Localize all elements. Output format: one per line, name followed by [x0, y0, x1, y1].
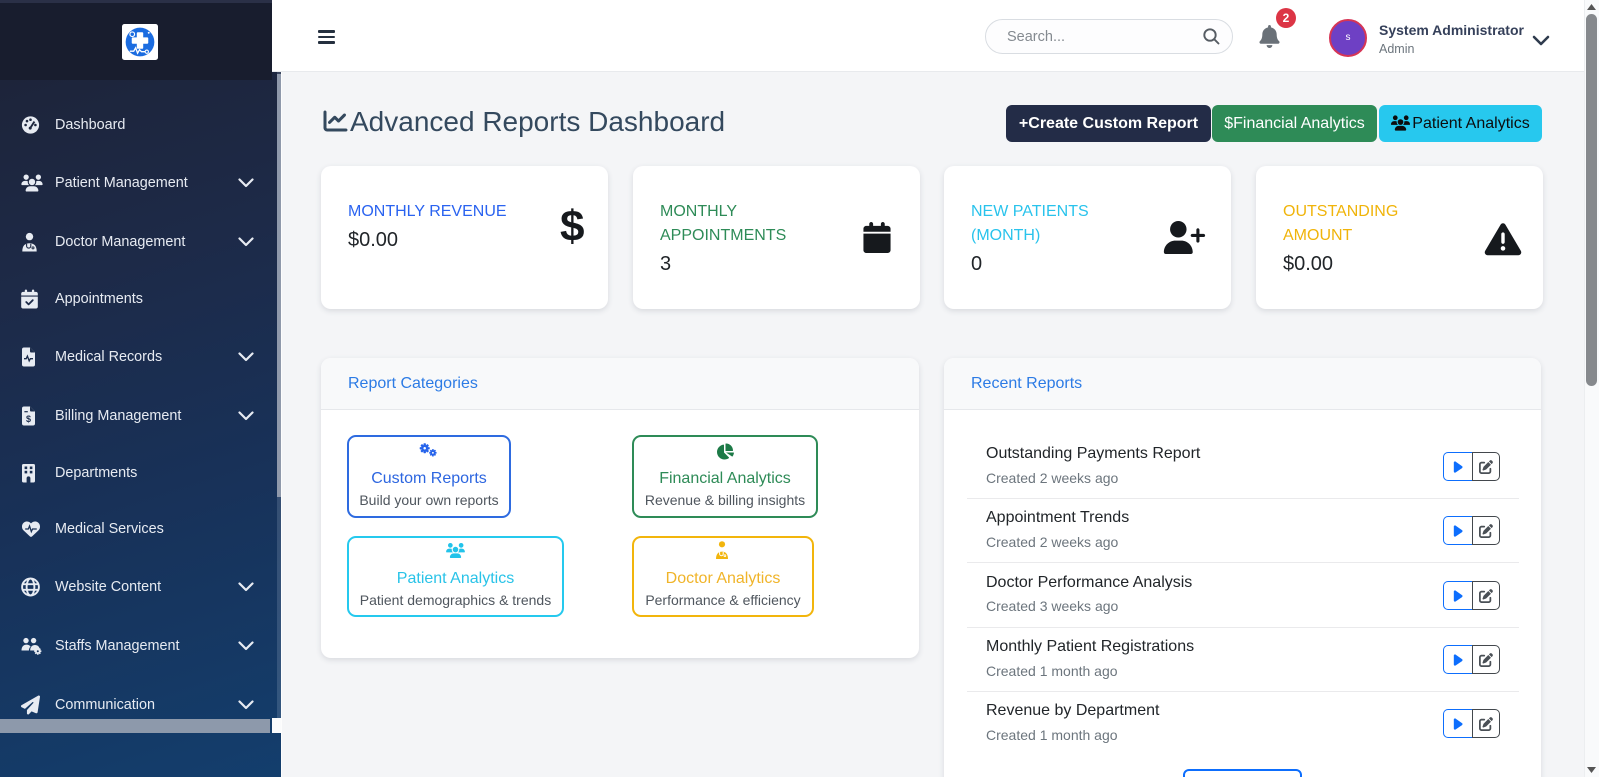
svg-text:$: $: [26, 414, 31, 424]
